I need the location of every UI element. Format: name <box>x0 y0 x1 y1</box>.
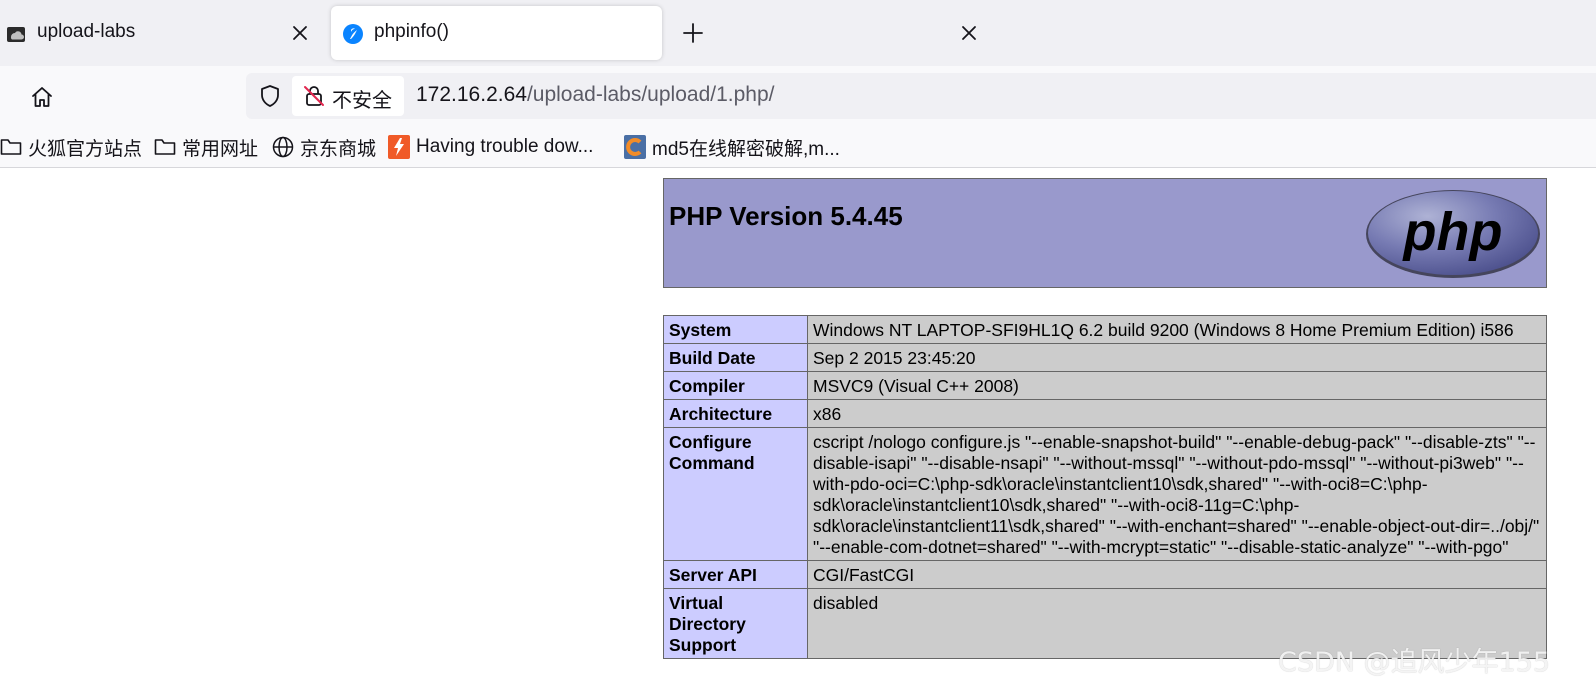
bookmark-label: 常用网址 <box>182 138 259 160</box>
php-logo-text: php <box>1402 202 1503 262</box>
bookmark-label: 京东商城 <box>300 138 377 160</box>
tracking-protection-shield-icon[interactable] <box>258 84 282 108</box>
bookmark-label: Having trouble dow... <box>416 136 594 157</box>
bookmark-label: md5在线解密破解,m... <box>652 138 840 160</box>
phpinfo-header: PHP Version 5.4.45 php <box>663 178 1547 288</box>
address-bar[interactable]: 不安全 172.16.2.64/upload-labs/upload/1.php… <box>246 73 1596 119</box>
url-path: /upload-labs/upload/1.php/ <box>526 83 775 106</box>
tab-phpinfo[interactable]: phpinfo() <box>331 6 976 60</box>
upload-labs-favicon-icon <box>7 27 25 42</box>
bookmark-having-trouble[interactable]: Having trouble dow... <box>388 134 593 160</box>
close-tab-icon[interactable] <box>289 22 311 44</box>
tab-strip: upload-labs phpinfo() <box>0 0 1596 66</box>
bookmark-folder-firefox-sites[interactable]: 火狐官方站点 <box>0 134 142 160</box>
globe-icon <box>272 136 294 158</box>
site-favicon-icon <box>388 135 410 159</box>
table-row: Configure Command cscript /nologo config… <box>663 427 1547 561</box>
bookmarks-toolbar: 火狐官方站点 常用网址 京东商城 Having trouble dow... m… <box>0 126 1596 168</box>
bookmark-label: 火狐官方站点 <box>28 138 143 160</box>
close-tab-icon[interactable] <box>958 22 980 44</box>
tab-title: phpinfo() <box>374 21 449 42</box>
row-key: Build Date <box>663 343 808 372</box>
row-value: Sep 2 2015 23:45:20 <box>807 343 1547 372</box>
table-row: Compiler MSVC9 (Visual C++ 2008) <box>663 371 1547 400</box>
home-icon <box>32 87 52 107</box>
row-key: Architecture <box>663 399 808 428</box>
row-key: System <box>663 315 808 344</box>
connection-security-indicator[interactable]: 不安全 <box>292 76 404 116</box>
page-content: PHP Version 5.4.45 php System Windows NT… <box>0 168 1596 697</box>
bookmark-md5-decrypt[interactable]: md5在线解密破解,m... <box>624 134 840 160</box>
row-key: Server API <box>663 560 808 589</box>
new-tab-plus-icon[interactable] <box>680 20 706 46</box>
home-button[interactable] <box>26 81 58 113</box>
tab-title: upload-labs <box>37 21 136 42</box>
php-logo[interactable]: php <box>1364 188 1542 280</box>
row-value: x86 <box>807 399 1547 428</box>
table-row: Architecture x86 <box>663 399 1547 428</box>
row-value: MSVC9 (Visual C++ 2008) <box>807 371 1547 400</box>
table-row: Server API CGI/FastCGI <box>663 560 1547 589</box>
folder-icon <box>154 139 176 155</box>
site-favicon-icon <box>624 135 646 159</box>
csdn-watermark: CSDN @追风少年155 <box>1278 647 1551 678</box>
security-label: 不安全 <box>332 90 392 112</box>
url-text[interactable]: 172.16.2.64/upload-labs/upload/1.php/ <box>416 83 774 107</box>
url-host: 172.16.2.64 <box>416 83 527 106</box>
navigation-toolbar: 不安全 172.16.2.64/upload-labs/upload/1.php… <box>0 66 1596 126</box>
row-key: Compiler <box>663 371 808 400</box>
table-row: System Windows NT LAPTOP-SFI9HL1Q 6.2 bu… <box>663 315 1547 344</box>
row-key: Virtual Directory Support <box>663 588 808 659</box>
row-value: Windows NT LAPTOP-SFI9HL1Q 6.2 build 920… <box>807 315 1547 344</box>
insecure-lock-icon <box>304 86 324 106</box>
firefox-favicon-icon <box>343 24 363 44</box>
php-version-title: PHP Version 5.4.45 <box>669 201 903 231</box>
row-value: CGI/FastCGI <box>807 560 1547 589</box>
bookmark-folder-common-sites[interactable]: 常用网址 <box>154 134 258 160</box>
bookmark-jd-mall[interactable]: 京东商城 <box>272 134 376 160</box>
row-key: Configure Command <box>663 427 808 561</box>
phpinfo-table: System Windows NT LAPTOP-SFI9HL1Q 6.2 bu… <box>663 315 1547 659</box>
table-row: Build Date Sep 2 2015 23:45:20 <box>663 343 1547 372</box>
folder-icon <box>0 139 22 155</box>
tab-upload-labs[interactable]: upload-labs <box>0 6 318 60</box>
row-value: cscript /nologo configure.js "--enable-s… <box>807 427 1547 561</box>
